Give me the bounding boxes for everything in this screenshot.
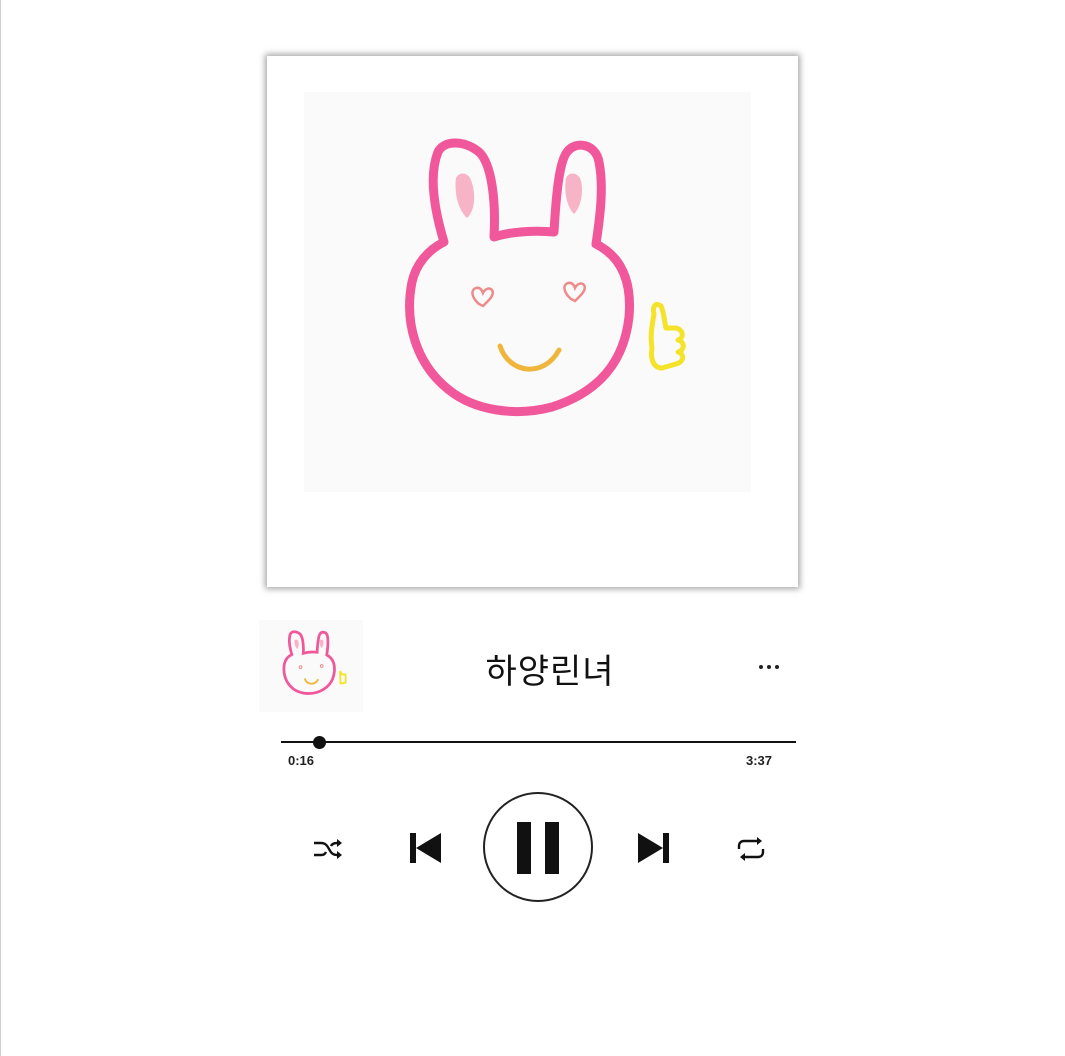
progress-scrubber-handle[interactable]	[312, 736, 326, 749]
album-cover-card	[267, 56, 798, 587]
skip-next-icon	[638, 833, 669, 863]
left-border	[0, 0, 1, 1056]
mini-bunny-drawing	[282, 630, 347, 695]
repeat-icon	[737, 837, 765, 861]
album-artwork	[304, 92, 751, 492]
more-options-button[interactable]	[752, 652, 786, 682]
total-time: 3:37	[746, 753, 773, 768]
shuffle-button[interactable]	[312, 836, 344, 862]
mini-album-thumbnail[interactable]	[259, 620, 363, 712]
next-track-button[interactable]	[636, 830, 672, 866]
more-dot	[775, 665, 779, 669]
pause-button[interactable]	[483, 792, 593, 902]
elapsed-time: 0:16	[288, 753, 315, 768]
music-player-screen: 하양린녀 0:16 3:37	[0, 0, 1065, 1056]
more-horizontal-icon	[759, 665, 763, 669]
track-title: 하양린녀	[485, 652, 615, 692]
progress-bar[interactable]	[281, 741, 796, 743]
skip-previous-icon	[410, 833, 441, 863]
pause-icon	[517, 822, 559, 874]
more-dot	[767, 665, 771, 669]
previous-track-button[interactable]	[407, 830, 443, 866]
shuffle-icon	[314, 839, 342, 859]
bunny-drawing	[405, 138, 686, 416]
repeat-button[interactable]	[734, 834, 768, 864]
